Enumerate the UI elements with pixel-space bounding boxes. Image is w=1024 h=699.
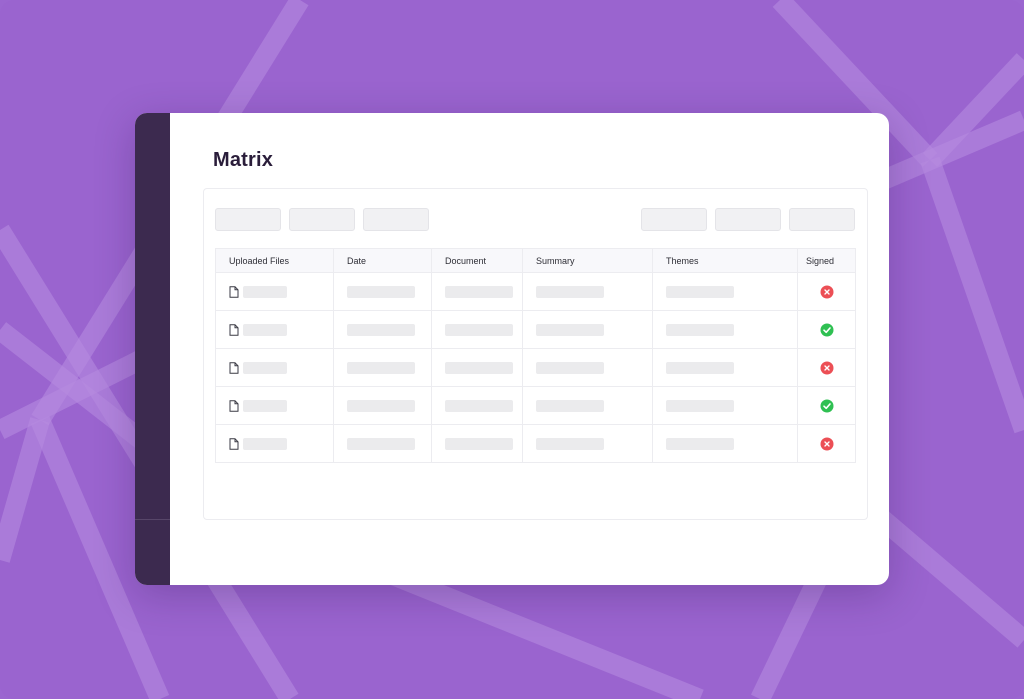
placeholder-text — [536, 399, 604, 412]
toolbar-button-3[interactable] — [363, 208, 429, 231]
table-cell — [432, 311, 523, 348]
placeholder-text — [445, 361, 513, 374]
placeholder-text — [243, 399, 287, 412]
placeholder-text — [347, 399, 415, 412]
placeholder-text — [243, 361, 287, 374]
table-cell — [334, 311, 432, 348]
table-cell — [798, 349, 855, 386]
toolbar-button-1[interactable] — [215, 208, 281, 231]
x-circle-icon — [820, 361, 834, 375]
column-header-uploaded-files[interactable]: Uploaded Files — [216, 249, 334, 272]
file-icon — [229, 437, 239, 450]
sidebar — [135, 113, 170, 585]
table-cell — [523, 349, 653, 386]
file-icon — [229, 285, 239, 298]
sidebar-divider — [135, 519, 170, 520]
check-circle-icon — [820, 399, 834, 413]
table-cell — [432, 387, 523, 424]
table-cell — [216, 349, 334, 386]
table-cell — [216, 387, 334, 424]
app-window: Matrix Uploaded Files Date Document Summ… — [135, 113, 889, 585]
table-cell — [432, 273, 523, 310]
table-row[interactable] — [216, 387, 855, 425]
matrix-table: Uploaded Files Date Document Summary The… — [215, 248, 856, 463]
table-cell — [523, 387, 653, 424]
placeholder-text — [536, 285, 604, 298]
table-cell — [432, 349, 523, 386]
table-cell — [798, 311, 855, 348]
table-cell — [523, 425, 653, 462]
table-cell — [653, 387, 798, 424]
x-circle-icon — [820, 437, 834, 451]
toolbar-button-5[interactable] — [715, 208, 781, 231]
check-circle-icon — [820, 323, 834, 337]
placeholder-text — [536, 437, 604, 450]
column-header-document[interactable]: Document — [432, 249, 523, 272]
placeholder-text — [347, 361, 415, 374]
table-cell — [523, 273, 653, 310]
placeholder-text — [536, 323, 604, 336]
placeholder-text — [243, 437, 287, 450]
column-header-date[interactable]: Date — [334, 249, 432, 272]
placeholder-text — [347, 323, 415, 336]
table-cell — [216, 311, 334, 348]
placeholder-text — [445, 285, 513, 298]
column-header-signed[interactable]: Signed — [798, 249, 855, 272]
table-cell — [216, 425, 334, 462]
x-circle-icon — [820, 285, 834, 299]
table-row[interactable] — [216, 349, 855, 387]
matrix-panel: Uploaded Files Date Document Summary The… — [203, 188, 868, 520]
column-header-themes[interactable]: Themes — [653, 249, 798, 272]
table-cell — [334, 273, 432, 310]
table-row[interactable] — [216, 425, 855, 462]
table-cell — [653, 425, 798, 462]
placeholder-text — [445, 399, 513, 412]
table-cell — [334, 387, 432, 424]
table-body — [216, 273, 855, 462]
placeholder-text — [347, 285, 415, 298]
column-header-summary[interactable]: Summary — [523, 249, 653, 272]
file-icon — [229, 399, 239, 412]
toolbar-button-4[interactable] — [641, 208, 707, 231]
placeholder-text — [536, 361, 604, 374]
table-cell — [798, 387, 855, 424]
page-title: Matrix — [213, 149, 274, 171]
table-row[interactable] — [216, 311, 855, 349]
placeholder-text — [666, 285, 734, 298]
placeholder-text — [445, 323, 513, 336]
file-icon — [229, 323, 239, 336]
table-cell — [798, 425, 855, 462]
placeholder-text — [243, 285, 287, 298]
file-icon — [229, 361, 239, 374]
placeholder-text — [445, 437, 513, 450]
table-cell — [334, 349, 432, 386]
table-cell — [653, 349, 798, 386]
placeholder-text — [347, 437, 415, 450]
toolbar-button-2[interactable] — [289, 208, 355, 231]
table-row[interactable] — [216, 273, 855, 311]
table-cell — [216, 273, 334, 310]
table-cell — [653, 311, 798, 348]
placeholder-text — [666, 361, 734, 374]
placeholder-text — [243, 323, 287, 336]
placeholder-text — [666, 437, 734, 450]
table-cell — [334, 425, 432, 462]
toolbar-button-6[interactable] — [789, 208, 855, 231]
table-cell — [653, 273, 798, 310]
placeholder-text — [666, 399, 734, 412]
placeholder-text — [666, 323, 734, 336]
table-cell — [798, 273, 855, 310]
table-cell — [432, 425, 523, 462]
table-header: Uploaded Files Date Document Summary The… — [216, 249, 855, 273]
table-cell — [523, 311, 653, 348]
